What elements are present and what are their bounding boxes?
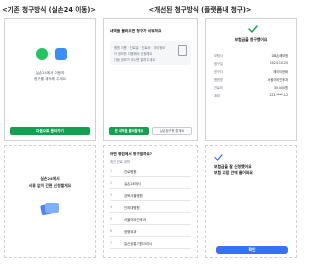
list-item-label: 정형외과 — [124, 230, 137, 234]
list-item[interactable]: 2 실손24에서 — [110, 180, 191, 189]
title-line2: 보험 고맙 안에 들어와요 — [214, 170, 253, 175]
list-item-number: 7 — [110, 241, 113, 245]
check-icon — [214, 154, 223, 161]
message-line2: 서류 없이 간편 신청할게요 — [28, 183, 72, 188]
divider — [110, 224, 191, 225]
card-line1: 병원 이름 · 진료일 · 진료비 · 기타정보 — [114, 46, 166, 50]
header-right: <개선된 청구방식 (플랫폼내 청구)> — [148, 6, 252, 14]
list-item-number: 4 — [110, 205, 113, 209]
divider — [110, 212, 191, 213]
chevron-right-icon: › — [49, 51, 51, 57]
list-item-number: 6 — [110, 229, 113, 233]
field-value: 2024.10.25 — [269, 61, 288, 65]
list-item[interactable]: 4 인하대병원 — [110, 204, 191, 213]
field-value: 123-****-12 — [269, 93, 288, 97]
message-line1: 실손24에서 이용하 — [35, 71, 65, 75]
page-title: 보험금을 청구했어요 — [234, 37, 268, 42]
panel-right-bottom: 보험금을 잘 신청했어요 보험 고맙 안에 들어와요 확인 — [205, 145, 297, 258]
claim-button[interactable]: 실손청구를 할게요 — [152, 127, 192, 135]
list-item[interactable]: 1 진료병원 — [110, 168, 191, 177]
field-value: DB손해보험 — [271, 54, 288, 58]
list-item-label: 일산공통기원크리닉 — [124, 242, 153, 246]
list-item[interactable]: 3 강북서울병원 — [110, 192, 191, 201]
panel-right-top: 보험금을 청구했어요 보험사 DB손해보험청구일 2024.10.25 청구자 에이티한… — [205, 18, 297, 141]
page-title: 내역을 불러오면 청구가 쉬워져요 — [110, 29, 162, 33]
message-line1: 실손24에서 — [40, 176, 60, 181]
panel-left-bottom: 실손24에서 서류 없이 간편 신청할게요 — [4, 145, 96, 258]
field-label: 청구일 — [214, 62, 223, 66]
list-item-number: 5 — [110, 217, 113, 221]
divider — [110, 188, 191, 189]
document-stack-icon — [39, 200, 61, 218]
header-left: <기존 청구방식 (실손24 이동)> — [2, 6, 96, 14]
list-item-label: 서울이비인후과 — [124, 218, 146, 222]
confirm-button[interactable]: 확인 — [216, 246, 288, 254]
page-title: 어떤 병원에서 청구할까요? — [110, 152, 153, 156]
divider — [110, 200, 191, 201]
list-item-number: 1 — [110, 169, 113, 173]
card-line3: 다음 정보가 아니면 알려주세요 — [114, 58, 156, 62]
return-button[interactable]: 다음으로 돌아가기 — [10, 127, 90, 135]
list-item-label: 실손24에서 — [124, 182, 141, 186]
divider — [110, 176, 191, 177]
field-value: 30,000원 — [273, 86, 288, 90]
section-subtitle: 최근 진료 내역 — [110, 160, 130, 164]
panel-left-top: › 실손24에서 이용하 청구를 계속해 주세요 다음으로 돌아가기 — [4, 18, 96, 141]
field-label: 진료비 — [214, 86, 223, 90]
list-item-label: 강북서울병원 — [124, 194, 143, 198]
field-label: 청구자 — [214, 70, 223, 74]
list-item-number: 2 — [110, 181, 113, 185]
list-item-label: 진료병원 — [124, 170, 137, 174]
document-icon — [178, 45, 187, 56]
field-label: 병원명 — [214, 78, 223, 82]
field-label: 보험사 — [214, 54, 223, 58]
app-icons: › — [33, 47, 69, 61]
divider — [110, 248, 191, 249]
insurance-app-icon — [55, 48, 67, 60]
field-label: 계좌 — [214, 94, 220, 98]
field-value: 서울이비인후과 — [267, 78, 288, 82]
message-line2: 청구를 계속해 주세요 — [33, 77, 67, 81]
panel-middle-top: 내역을 불러오면 청구가 쉬워져요 병원 이름 · 진료일 · 진료비 · 기타… — [103, 18, 198, 141]
info-card: 병원 이름 · 진료일 · 진료비 · 기타정보 이 정보를 이용해서 신청해요… — [110, 41, 191, 65]
divider — [110, 236, 191, 237]
kakaopay-logo-icon — [36, 48, 48, 60]
list-item[interactable]: 6 정형외과 — [110, 228, 191, 237]
card-line2: 이 정보를 이용해서 신청해요 — [114, 52, 153, 56]
list-item[interactable]: 5 서울이비인후과 — [110, 216, 191, 225]
load-history-button[interactable]: 본 내역을 불러올게요 — [109, 127, 149, 135]
panel-middle-bottom: 어떤 병원에서 청구할까요? 최근 진료 내역 1 진료병원 2 실손24에서 3 강북서… — [103, 145, 198, 258]
field-value: 에이티한화 — [273, 70, 288, 74]
list-item[interactable]: 7 일산공통기원크리닉 — [110, 240, 191, 249]
list-item-label: 인하대병원 — [124, 206, 140, 210]
check-icon — [248, 25, 258, 33]
list-item-number: 3 — [110, 193, 113, 197]
